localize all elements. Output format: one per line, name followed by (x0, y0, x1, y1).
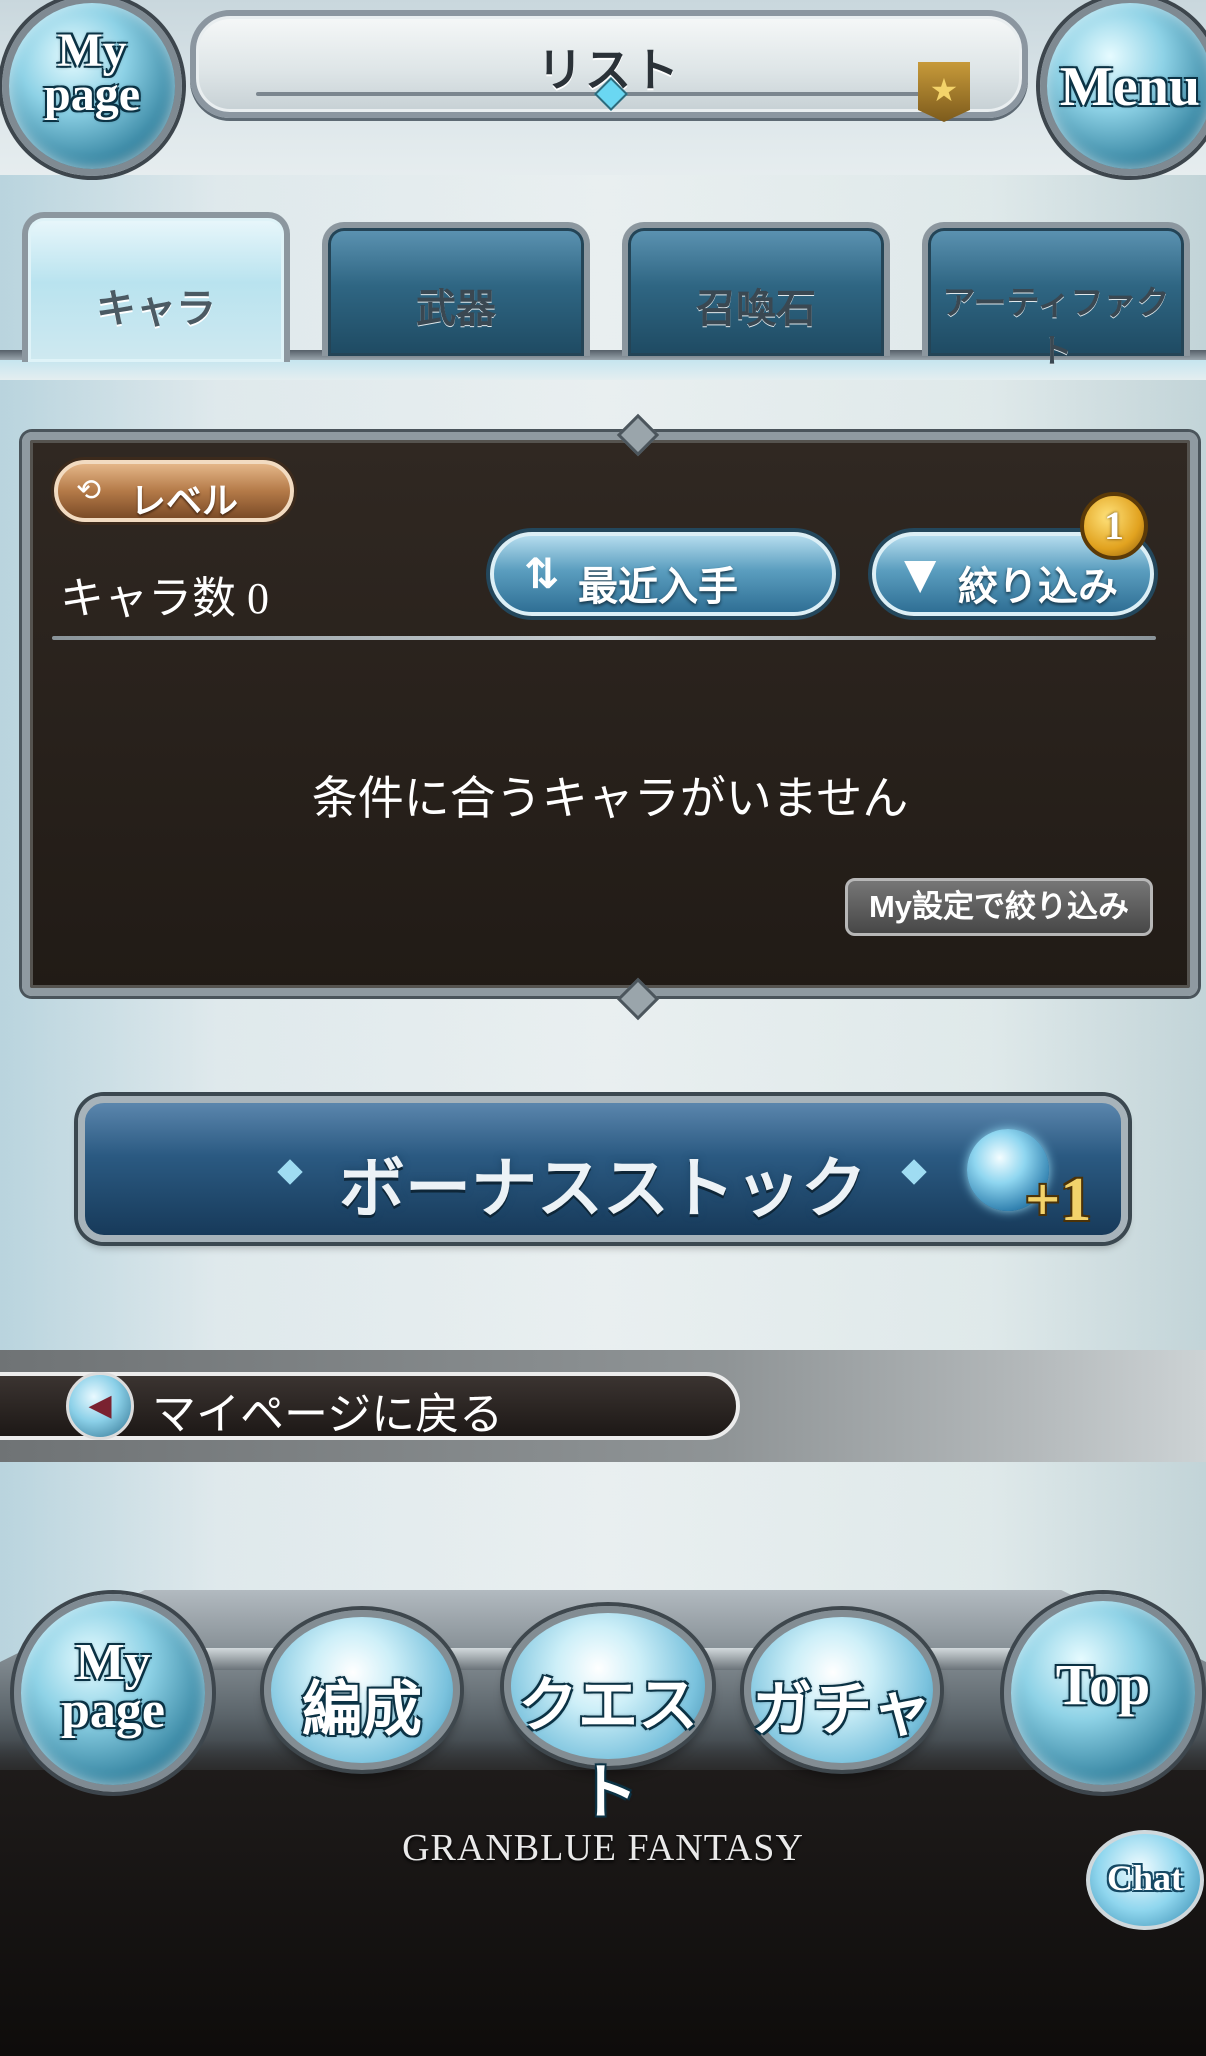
back-arrow-icon[interactable]: ◀ (66, 1372, 134, 1440)
panel-ornament-top (590, 413, 680, 457)
sort-arrows-icon: ⇅ (524, 549, 560, 598)
my-settings-filter-button[interactable]: My設定で絞り込み (845, 878, 1153, 936)
title-plate: リスト (190, 10, 1028, 118)
sort-key-label: レベル (130, 480, 239, 521)
sort-order-button[interactable]: ⇅ 最近入手 (490, 532, 836, 616)
funnel-icon: ▼ (904, 549, 937, 598)
menu-label: Menu (1060, 56, 1200, 118)
chat-label: Chat (1106, 1858, 1183, 1898)
character-count: キャラ数 0 (60, 574, 269, 623)
tab-label: 召喚石 (696, 287, 816, 331)
mypage-button[interactable]: My page (2, 0, 182, 176)
nav-mypage-button[interactable]: My page (14, 1594, 212, 1792)
nav-quest-label: クエスト (518, 1673, 698, 1826)
nav-gacha-label: ガチャ (752, 1677, 932, 1743)
bonus-stock-button[interactable]: ボーナスストック +1 (78, 1096, 1128, 1242)
tab-label: 武器 (416, 287, 496, 331)
mypage-label: My page (44, 24, 140, 121)
nav-mypage-label: My page (61, 1634, 165, 1739)
nav-party-button[interactable]: 編成 (264, 1610, 460, 1770)
nav-top-label: Top (1055, 1652, 1151, 1717)
tab-weapon[interactable]: 武器 (322, 222, 590, 356)
game-logo: GRANBLUE FANTASY (402, 1827, 804, 1869)
filter-count: 1 (1104, 503, 1124, 548)
nav-gacha-button[interactable]: ガチャ (744, 1610, 940, 1770)
tab-label: アーティファクト (942, 284, 1170, 369)
sort-order-label: 最近入手 (578, 565, 738, 609)
nav-party-label: 編成 (302, 1677, 422, 1743)
panel-divider (52, 636, 1156, 640)
filter-label: 絞り込み (958, 565, 1118, 609)
star-icon[interactable]: ★ (918, 62, 970, 122)
nav-top-button[interactable]: Top (1004, 1594, 1202, 1792)
bonus-stock-label: ボーナスストック (339, 1151, 867, 1225)
bonus-count: +1 (1025, 1166, 1092, 1234)
chat-button[interactable]: Chat (1086, 1830, 1204, 1930)
tab-character[interactable]: キャラ (22, 212, 290, 362)
back-to-mypage-label[interactable]: マイページに戻る (152, 1378, 503, 1442)
empty-message: 条件に合うキャラがいません (311, 771, 909, 825)
panel-ornament-bottom (590, 977, 680, 1021)
refresh-icon: ⟲ (76, 473, 102, 508)
filter-count-badge: 1 (1080, 492, 1148, 560)
tab-summon[interactable]: 召喚石 (622, 222, 890, 356)
tab-label: キャラ (96, 287, 216, 331)
nav-quest-button[interactable]: クエスト (504, 1606, 712, 1826)
tab-artifact[interactable]: アーティファクト (922, 222, 1190, 369)
sort-key-button[interactable]: ⟲ レベル (54, 460, 294, 522)
character-list-panel: ⟲ レベル キャラ数 0 ⇅ 最近入手 ▼ 絞り込み 1 条件に合うキャラがいま… (22, 413, 1198, 1021)
